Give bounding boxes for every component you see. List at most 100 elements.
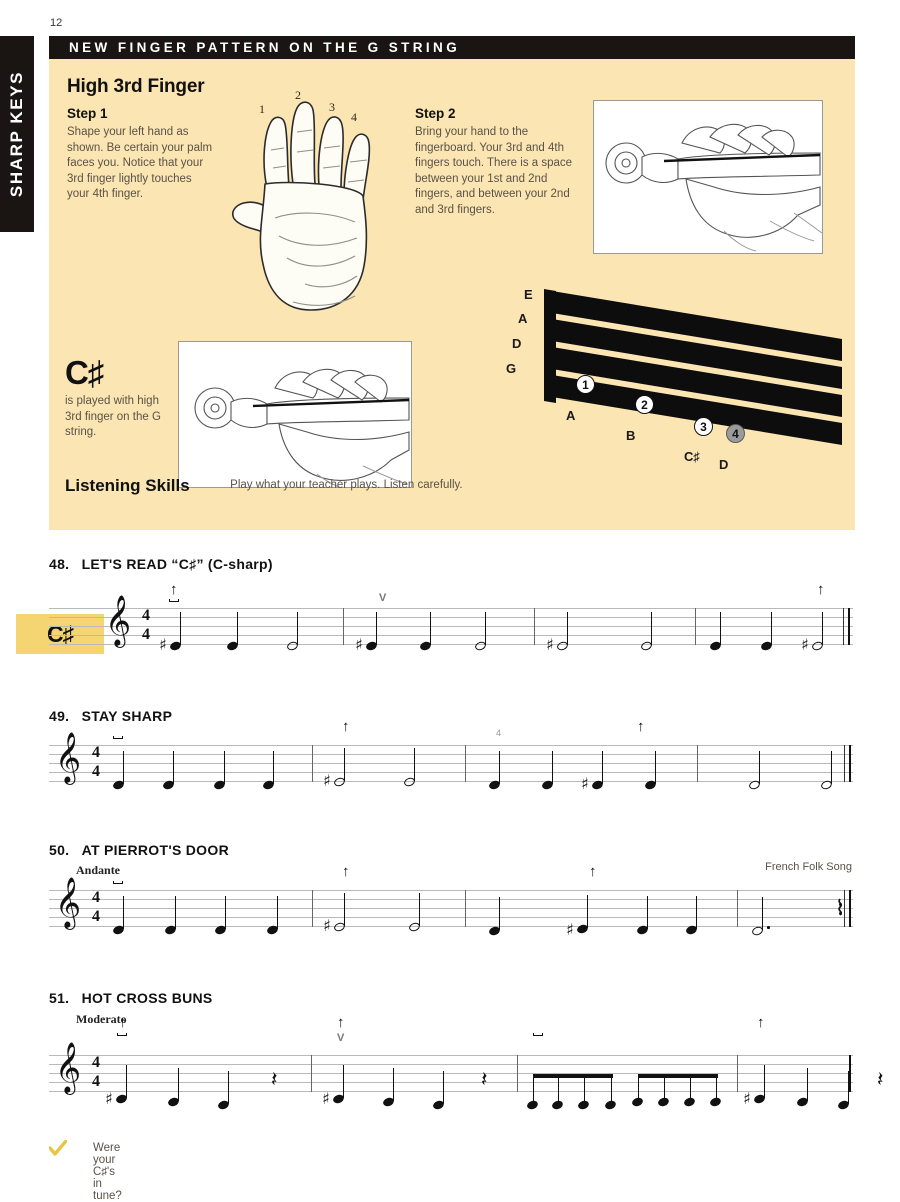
page-root: 12 SHARP KEYS NEW FINGER PATTERN ON THE …: [0, 0, 900, 1202]
composer-credit: French Folk Song: [765, 861, 852, 873]
bow-down-marking: [113, 881, 123, 884]
quarter-rest: 𝄽: [877, 1067, 884, 1091]
csharp-explainer: C♯ is played with high 3rd finger on the…: [65, 356, 175, 441]
sharp-accidental: ♯: [322, 1089, 330, 1108]
hand-finger-number-4: 4: [351, 110, 357, 124]
time-signature-denominator: 4: [92, 763, 100, 780]
barline: [697, 745, 699, 782]
finger-note-label-a: A: [566, 408, 576, 423]
staff-line: [49, 608, 853, 609]
exercise-51-heading: 51. HOT CROSS BUNS: [49, 990, 213, 1006]
treble-clef-icon: 𝄞: [55, 732, 82, 783]
barline: [312, 890, 314, 927]
treble-clef-icon: 𝄞: [105, 595, 132, 646]
staff-line: [49, 1073, 853, 1074]
listening-skills-block: Listening Skills Play what your teacher …: [65, 476, 463, 496]
staff-line: [49, 1082, 853, 1083]
step-1-label: Step 1: [67, 106, 108, 121]
bow-down-marking: [113, 736, 123, 739]
arrow-up-marking: ↑: [589, 863, 597, 880]
staff-49: 𝄞 4 4 ↑ ♯ 4 ↑ ♯: [49, 719, 853, 793]
sharp-accidental: ♯: [159, 635, 167, 654]
final-barline-thick-51: [849, 1055, 851, 1092]
fingerboard-svg: [544, 289, 842, 445]
quarter-rest: 𝄽: [271, 1067, 278, 1091]
staff-line: [49, 1055, 853, 1056]
barline: [311, 1055, 313, 1092]
hand-finger-number-3: 3: [329, 100, 335, 114]
time-signature-numerator: 4: [142, 607, 150, 624]
time-signature-numerator: 4: [92, 744, 100, 761]
exercise-51-number: 51.: [49, 990, 70, 1006]
staff-line: [49, 917, 853, 918]
barline: [312, 745, 314, 782]
bow-up-marking: V: [379, 592, 387, 604]
staff-line: [49, 1064, 853, 1065]
panel-banner: NEW FINGER PATTERN ON THE G STRING: [49, 36, 855, 59]
arrow-up-marking: ↑: [337, 1014, 345, 1031]
violin-hand-drawing-2: [194, 368, 410, 491]
step-2-label: Step 2: [415, 106, 456, 121]
page-number: 12: [50, 17, 63, 29]
staff-line: [49, 626, 853, 627]
check-mark-icon: [49, 1140, 67, 1156]
exercise-50-number: 50.: [49, 842, 70, 858]
staff-51: 𝄞 4 4 ↑ ♯ 𝄽 ↑ V ♯ 𝄽 ↑ ♯ 𝄽: [49, 1015, 883, 1111]
treble-clef-icon: 𝄞: [55, 877, 82, 928]
exercise-51-title: HOT CROSS BUNS: [81, 990, 213, 1006]
arrow-up-marking: ↑: [757, 1014, 765, 1031]
exercise-49-title: STAY SHARP: [81, 708, 173, 724]
side-tab-sharp-keys: SHARP KEYS: [0, 36, 34, 232]
barline: [465, 745, 467, 782]
finger-note-label-b: B: [626, 428, 636, 443]
bow-up-marking: V: [337, 1032, 345, 1044]
exercise-48-heading: 48. LET'S READ “C♯” (C-sharp): [49, 556, 273, 572]
arrow-up-marking: ↑: [637, 718, 645, 735]
footer-question-text: Were your C♯'s in tune?: [93, 1142, 122, 1202]
finger-note-label-d: D: [719, 457, 729, 472]
final-barline-thin: [844, 890, 846, 927]
time-signature-denominator: 4: [92, 1073, 100, 1090]
open-string-label-a: A: [518, 311, 528, 326]
exercise-49-heading: 49. STAY SHARP: [49, 708, 172, 724]
exercise-48-title: LET'S READ “C♯” (C-sharp): [81, 556, 273, 572]
hand-finger-number-1: 1: [259, 102, 265, 116]
arrow-up-marking: ↑: [170, 581, 178, 598]
fingerboard-diagram: E A D G 1 A 2 B 3 C♯ 4 D: [504, 281, 849, 496]
staff-line: [49, 763, 853, 764]
barline: [465, 890, 467, 927]
staff-line: [49, 890, 853, 891]
violin-hand-drawing-1: [605, 123, 823, 252]
final-barline-thin: [844, 745, 846, 782]
bow-down-marking: [169, 599, 179, 602]
step-2-block: Step 2 Bring your hand to the fingerboar…: [415, 106, 580, 218]
csharp-symbol: C♯: [65, 354, 104, 391]
sharp-accidental: ♯: [581, 774, 589, 793]
hand-svg: [232, 101, 371, 311]
violin-hand-photo-step2: [593, 100, 823, 254]
barline: [737, 890, 739, 927]
finger-position-1: 1: [576, 375, 595, 394]
panel-heading: High 3rd Finger: [67, 76, 205, 97]
arrow-up-marking: ↑: [119, 1014, 127, 1031]
bow-down-marking: [533, 1033, 543, 1036]
violin-hand-photo-csharp: [178, 341, 412, 491]
arrow-up-marking: ↑: [817, 581, 825, 598]
staff-50: 𝄞 4 4 ↑ ♯ ↑ ♯ ⌇: [49, 864, 853, 939]
exercise-49-number: 49.: [49, 708, 70, 724]
side-tab-label: SHARP KEYS: [7, 70, 26, 198]
open-string-label-d: D: [512, 336, 522, 351]
sharp-accidental: ♯: [105, 1089, 113, 1108]
staff-line: [49, 772, 853, 773]
sharp-accidental: ♯: [546, 635, 554, 654]
lesson-panel: NEW FINGER PATTERN ON THE G STRING High …: [49, 36, 855, 530]
staff-line: [49, 617, 853, 618]
exercise-48-number: 48.: [49, 556, 70, 572]
time-signature-numerator: 4: [92, 889, 100, 906]
finger-note-label-csharp: C♯: [684, 449, 700, 464]
beam: [638, 1074, 718, 1078]
bow-down-marking: [117, 1033, 127, 1036]
tempo-marking-andante: Andante: [76, 863, 121, 877]
left-hand-illustration: 1 2 3 4: [227, 88, 387, 318]
sharp-accidental: ♯: [566, 920, 574, 939]
